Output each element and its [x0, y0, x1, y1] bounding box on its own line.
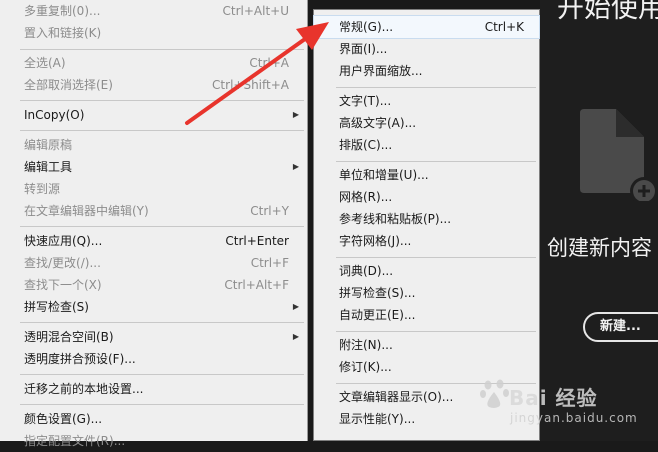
annotation-arrow-icon — [185, 22, 329, 125]
